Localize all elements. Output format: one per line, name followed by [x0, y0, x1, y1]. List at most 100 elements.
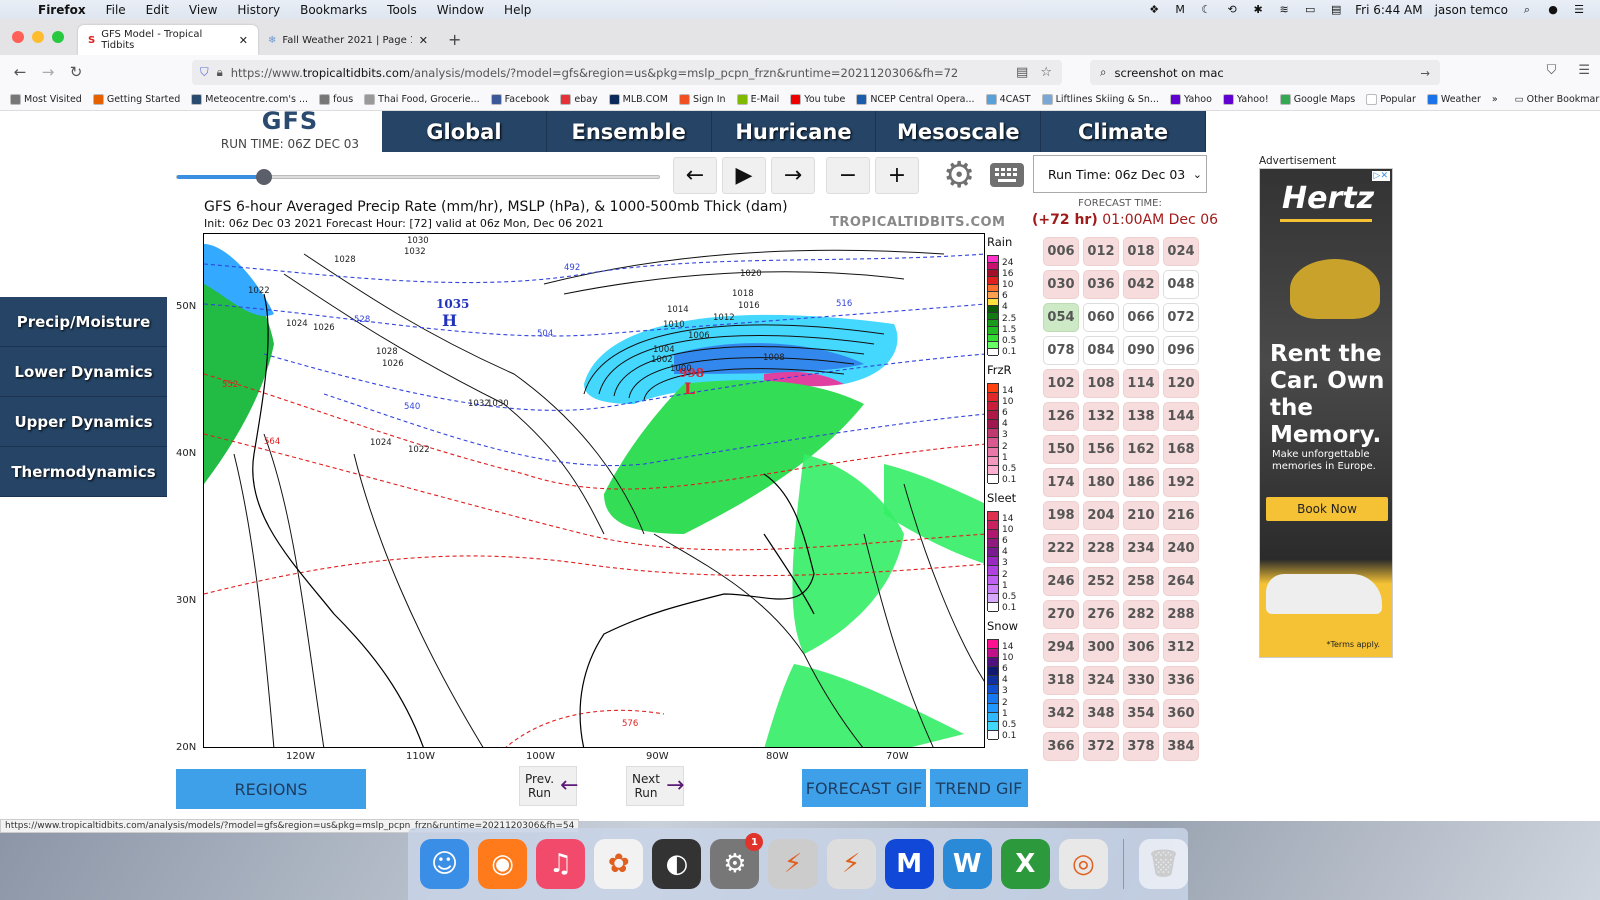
forecast-hour-button-108[interactable]: 108 [1083, 369, 1119, 398]
nav-global[interactable]: Global [382, 111, 547, 152]
forecast-hour-button-114[interactable]: 114 [1123, 369, 1159, 398]
bookmark-item[interactable]: ebay [560, 94, 598, 105]
forecast-hour-button-030[interactable]: 030 [1043, 270, 1079, 299]
forecast-hour-button-132[interactable]: 132 [1083, 402, 1119, 431]
next-frame-button[interactable]: → [771, 157, 815, 194]
forecast-hour-button-312[interactable]: 312 [1163, 633, 1199, 662]
hamburger-menu-icon[interactable]: ☰ [1578, 63, 1590, 78]
dock-burn-icon[interactable]: ⚡ [768, 839, 818, 889]
forecast-hour-button-372[interactable]: 372 [1083, 732, 1119, 761]
airplay-icon[interactable]: ▭ [1303, 3, 1317, 16]
menu-file[interactable]: File [106, 3, 126, 17]
nav-ensemble[interactable]: Ensemble [547, 111, 712, 152]
bookmark-item[interactable]: Google Maps [1279, 94, 1355, 105]
forecast-hour-button-366[interactable]: 366 [1043, 732, 1079, 761]
new-tab-button[interactable]: + [448, 30, 461, 49]
other-bookmarks-folder[interactable]: ▭Other Bookmarks [1515, 94, 1600, 105]
forecast-hour-button-162[interactable]: 162 [1123, 435, 1159, 464]
forecast-hour-button-318[interactable]: 318 [1043, 666, 1079, 695]
forecast-hour-button-288[interactable]: 288 [1163, 600, 1199, 629]
forecast-hour-button-024[interactable]: 024 [1163, 237, 1199, 266]
forecast-hour-button-078[interactable]: 078 [1043, 336, 1079, 365]
dock-malwarebytes-icon[interactable]: M [884, 839, 934, 889]
dock-burn2-icon[interactable]: ⚡ [826, 839, 876, 889]
menu-view[interactable]: View [189, 3, 217, 17]
tab-gfs-model[interactable]: S GFS Model - Tropical Tidbits ✕ [78, 25, 258, 55]
forecast-hour-button-210[interactable]: 210 [1123, 501, 1159, 530]
forecast-hour-button-270[interactable]: 270 [1043, 600, 1079, 629]
forecast-hour-button-036[interactable]: 036 [1083, 270, 1119, 299]
nav-climate[interactable]: Climate [1041, 111, 1206, 152]
minimize-window-button[interactable] [32, 31, 44, 43]
zoom-out-button[interactable]: − [826, 157, 870, 194]
weather-map[interactable]: 1035 H 998 L 1030 1032 1028 1022 1024 10… [203, 233, 985, 748]
control-center-icon[interactable]: ☰ [1572, 3, 1586, 16]
bookmark-item[interactable]: Yahoo! [1222, 94, 1269, 105]
forecast-hour-button-006[interactable]: 006 [1043, 237, 1079, 266]
dock-photos-icon[interactable]: ✿ [594, 839, 644, 889]
bookmark-item[interactable]: Weather [1426, 94, 1481, 105]
dock-chrome-icon[interactable]: ◎ [1058, 839, 1108, 889]
menu-help[interactable]: Help [504, 3, 531, 17]
forecast-hour-button-378[interactable]: 378 [1123, 732, 1159, 761]
bookmark-item[interactable]: fous [319, 94, 353, 105]
ad-book-now-button[interactable]: Book Now [1266, 497, 1388, 521]
menu-app-name[interactable]: Firefox [38, 3, 86, 17]
bookmark-item[interactable]: E-Mail [736, 94, 779, 105]
sidebar-item-upper-dynamics[interactable]: Upper Dynamics [0, 397, 167, 447]
forecast-hour-button-360[interactable]: 360 [1163, 699, 1199, 728]
siri-icon[interactable]: ● [1546, 3, 1560, 16]
forecast-hour-button-240[interactable]: 240 [1163, 534, 1199, 563]
moon-icon[interactable]: ☾ [1199, 3, 1213, 16]
close-tab-icon[interactable]: ✕ [419, 34, 428, 47]
search-go-icon[interactable]: → [1420, 66, 1430, 80]
status-app-icon[interactable]: ❖ [1147, 3, 1161, 16]
time-machine-icon[interactable]: ⟲ [1225, 3, 1239, 16]
forward-button[interactable]: → [34, 63, 62, 81]
close-tab-icon[interactable]: ✕ [239, 34, 248, 47]
bookmark-item[interactable]: NCEP Central Opera... [856, 94, 975, 105]
forecast-hour-button-252[interactable]: 252 [1083, 567, 1119, 596]
sidebar-item-precip-moisture[interactable]: Precip/Moisture [0, 297, 167, 347]
dock-trash-icon[interactable]: 🗑︎ [1138, 839, 1188, 889]
forecast-hour-button-282[interactable]: 282 [1123, 600, 1159, 629]
bluetooth-icon[interactable]: ✱ [1251, 3, 1265, 16]
pocket-icon[interactable]: ⛉ [1547, 63, 1557, 78]
adchoices-icon[interactable]: ▷✕ [1371, 171, 1390, 181]
forecast-hour-button-144[interactable]: 144 [1163, 402, 1199, 431]
forecast-hour-button-192[interactable]: 192 [1163, 468, 1199, 497]
forecast-hour-button-018[interactable]: 018 [1123, 237, 1159, 266]
forecast-hour-button-138[interactable]: 138 [1123, 402, 1159, 431]
forecast-hour-button-186[interactable]: 186 [1123, 468, 1159, 497]
forecast-hour-button-204[interactable]: 204 [1083, 501, 1119, 530]
dock-excel-icon[interactable]: X [1000, 839, 1050, 889]
dock-firefox-icon[interactable]: ◉ [478, 839, 528, 889]
keyboard-shortcuts-icon[interactable] [990, 163, 1024, 187]
forecast-hour-button-084[interactable]: 084 [1083, 336, 1119, 365]
next-run-button[interactable]: Next Run → [626, 766, 684, 806]
forecast-hour-button-264[interactable]: 264 [1163, 567, 1199, 596]
dock-toast-icon[interactable]: ◐ [652, 839, 702, 889]
forecast-hour-button-090[interactable]: 090 [1123, 336, 1159, 365]
reader-view-icon[interactable]: ▤ [1016, 65, 1028, 80]
bookmark-item[interactable]: MLB.COM [608, 94, 668, 105]
forecast-hour-button-324[interactable]: 324 [1083, 666, 1119, 695]
spotlight-search-icon[interactable]: ⌕ [1520, 3, 1534, 16]
lock-icon[interactable]: 🔒︎ [217, 65, 223, 80]
forecast-hour-button-234[interactable]: 234 [1123, 534, 1159, 563]
forecast-hour-button-246[interactable]: 246 [1043, 567, 1079, 596]
forecast-hour-button-354[interactable]: 354 [1123, 699, 1159, 728]
bookmark-item[interactable]: Meteocentre.com's ... [191, 94, 308, 105]
forecast-hour-button-300[interactable]: 300 [1083, 633, 1119, 662]
forecast-hour-button-042[interactable]: 042 [1123, 270, 1159, 299]
bookmark-item[interactable]: Sign In [678, 94, 726, 105]
menu-edit[interactable]: Edit [146, 3, 169, 17]
bookmark-item[interactable]: Getting Started [92, 94, 180, 105]
slider-handle[interactable] [255, 169, 272, 185]
menu-history[interactable]: History [237, 3, 280, 17]
forecast-hour-button-228[interactable]: 228 [1083, 534, 1119, 563]
forecast-hour-button-222[interactable]: 222 [1043, 534, 1079, 563]
sidebar-item-thermodynamics[interactable]: Thermodynamics [0, 447, 167, 497]
forecast-hour-button-348[interactable]: 348 [1083, 699, 1119, 728]
bookmarks-overflow-chevron-icon[interactable]: » [1492, 94, 1498, 105]
